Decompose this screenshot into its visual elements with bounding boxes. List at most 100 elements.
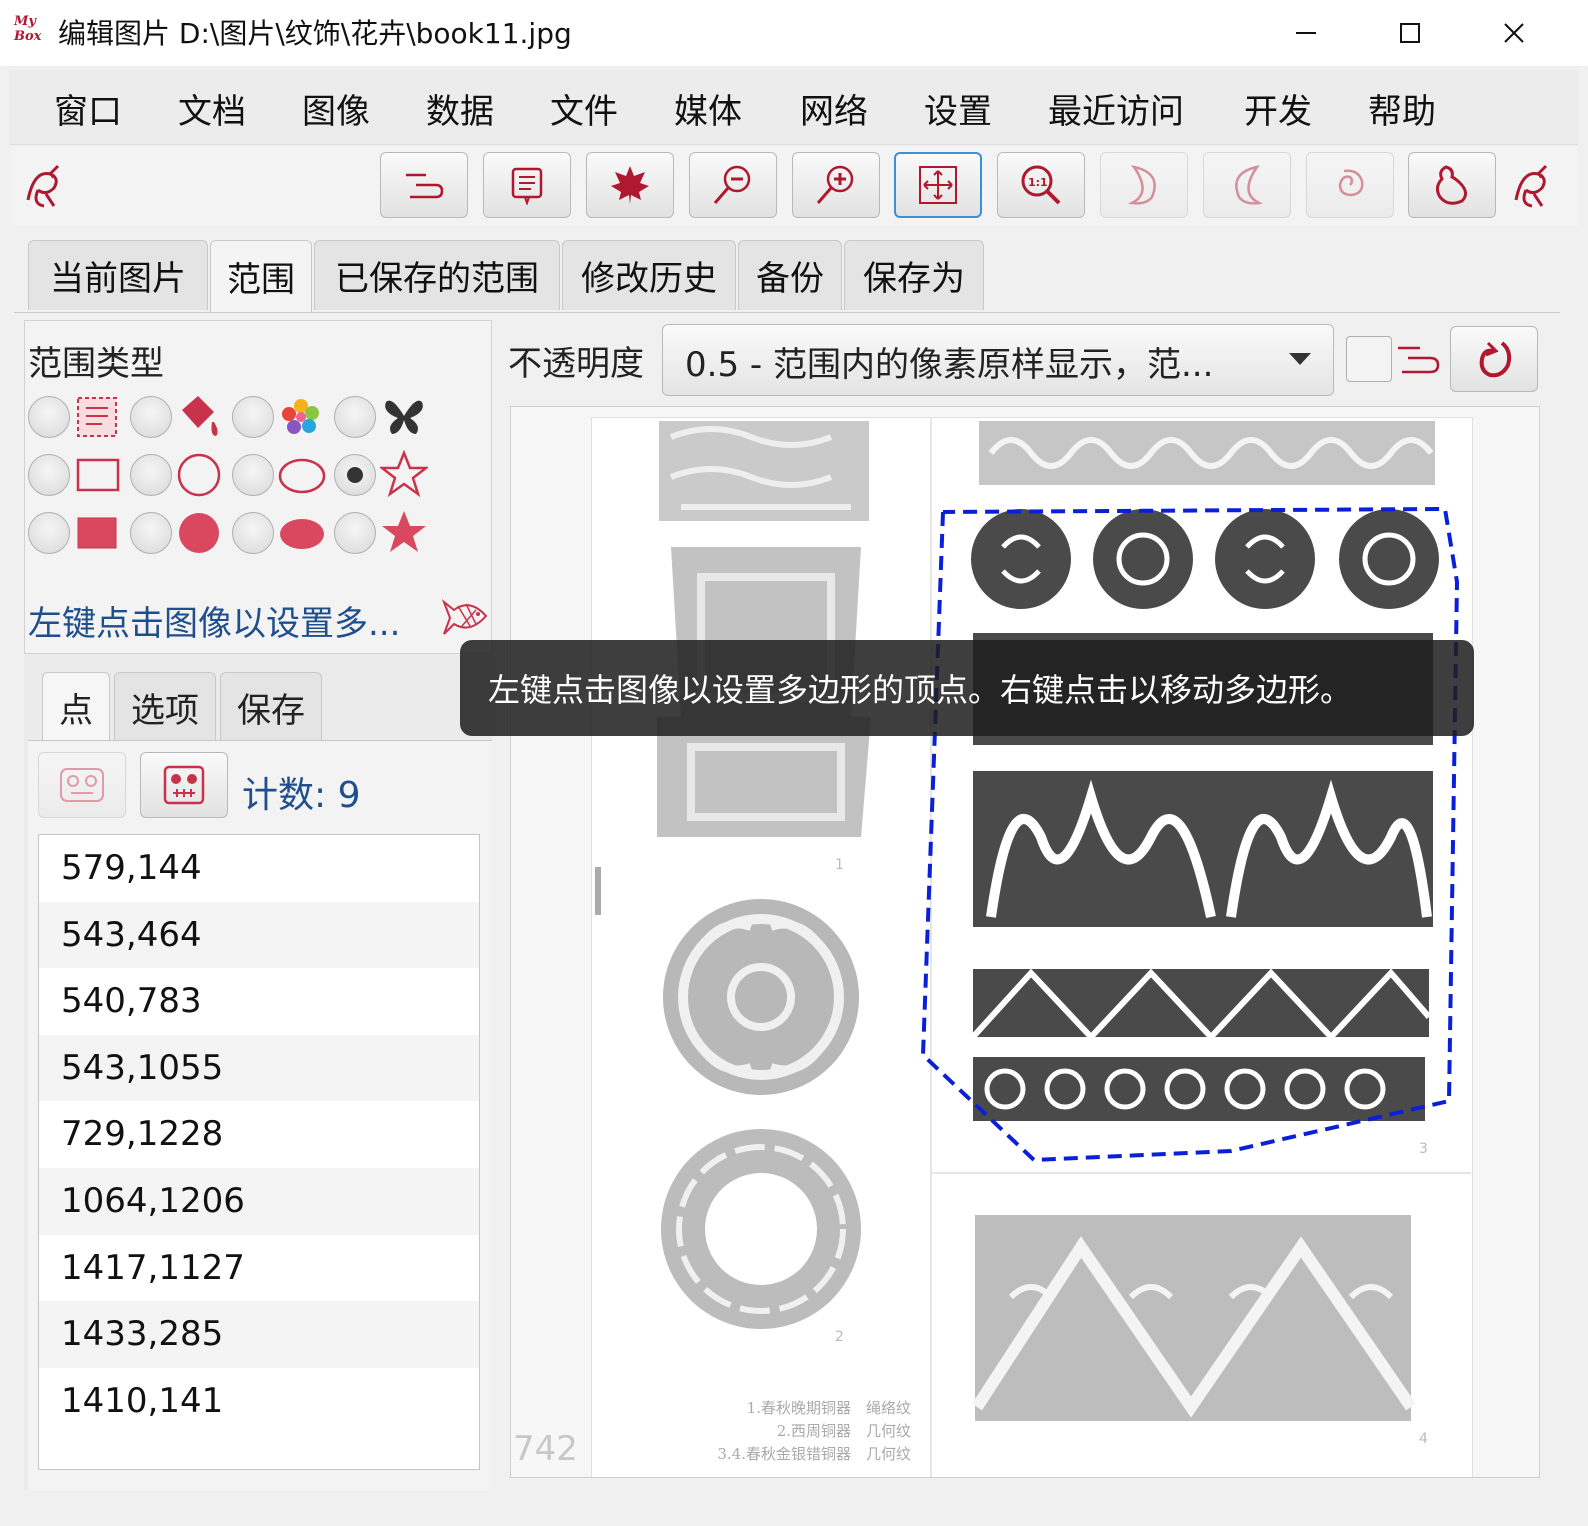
clear-points-button[interactable] <box>38 752 126 818</box>
actual-size-button[interactable]: 1:1 <box>997 152 1085 218</box>
reset-scope-button[interactable] <box>1450 326 1538 392</box>
menu-bar: 窗口 文档 图像 数据 文件 媒体 网络 设置 最近访问 开发 帮助 <box>10 70 1578 145</box>
scope-type-matting-radio[interactable] <box>130 396 172 438</box>
tab-saved-scopes[interactable]: 已保存的范围 <box>314 240 560 310</box>
scope-type-rectangle-fill-radio[interactable] <box>28 512 70 554</box>
tab-current-image[interactable]: 当前图片 <box>28 240 208 310</box>
butterfly-icon <box>385 400 423 434</box>
figure-number: 2 <box>835 1329 844 1345</box>
zoom-out-button[interactable] <box>689 152 777 218</box>
caption-line: 3.4.春秋金银错铜器 几何纹 <box>717 1445 911 1463</box>
rotate-right-button[interactable] <box>1100 152 1188 218</box>
scope-type-ellipse-radio[interactable] <box>232 454 274 496</box>
minimize-button[interactable] <box>1254 0 1358 66</box>
ellipse-icon <box>278 458 326 494</box>
zoom-out-icon <box>713 165 751 204</box>
fit-window-button[interactable] <box>894 152 982 218</box>
maximize-button[interactable] <box>1358 0 1462 66</box>
list-item[interactable]: 1417,1127 <box>39 1235 479 1302</box>
image-canvas[interactable]: 1 2 3 4 1.春秋晚期铜器 绳络纹 2.西周铜器 几何纹 3.4.春秋金银… <box>510 406 1540 1478</box>
opacity-select[interactable]: 0.5 - 范围内的像素原样显示，范... <box>662 324 1334 396</box>
scope-type-whole-radio[interactable] <box>28 396 70 438</box>
menu-lines-button[interactable] <box>380 152 468 218</box>
subtab-points[interactable]: 点 <box>42 672 110 742</box>
text-document-button[interactable] <box>483 152 571 218</box>
tab-history[interactable]: 修改历史 <box>562 240 736 310</box>
phoenix-icon <box>26 164 60 208</box>
menu-settings[interactable]: 设置 <box>924 84 992 133</box>
scope-type-outline-radio[interactable] <box>334 396 376 438</box>
menu-media[interactable]: 媒体 <box>674 84 742 133</box>
menu-network[interactable]: 网络 <box>800 84 868 133</box>
tooltip: 左键点击图像以设置多边形的顶点。右键点击以移动多边形。 <box>460 640 1474 736</box>
color-flower-icon <box>282 399 319 434</box>
gourd-button[interactable] <box>1408 152 1496 218</box>
rotate-left-button[interactable] <box>1203 152 1291 218</box>
caption-line: 1.春秋晚期铜器 绳络纹 <box>746 1399 911 1417</box>
scope-hint-link[interactable]: 左键点击图像以设置多... <box>28 596 400 645</box>
menu-data[interactable]: 数据 <box>426 84 494 133</box>
zoom-in-button[interactable] <box>792 152 880 218</box>
delete-point-button[interactable] <box>140 752 228 818</box>
points-list[interactable]: 579,144 543,464 540,783 543,1055 729,122… <box>38 834 480 1470</box>
spiral-button[interactable] <box>1306 152 1394 218</box>
list-item[interactable]: 1433,285 <box>39 1301 479 1368</box>
gourd-icon <box>1435 165 1467 205</box>
menu-file[interactable]: 文件 <box>550 84 618 133</box>
opacity-label: 不透明度 <box>508 344 644 384</box>
menu-lines-icon[interactable] <box>1394 340 1442 380</box>
list-item[interactable]: 543,464 <box>39 901 479 969</box>
phoenix-icon <box>1514 164 1548 208</box>
menu-document[interactable]: 文档 <box>178 84 246 133</box>
figure-number: 4 <box>1419 1431 1428 1447</box>
rotate-right-icon <box>1127 165 1156 205</box>
star-outline-icon <box>380 450 428 498</box>
menu-image[interactable]: 图像 <box>302 84 370 133</box>
scope-type-polygon-fill-radio[interactable] <box>334 512 376 554</box>
menu-help[interactable]: 帮助 <box>1368 84 1436 133</box>
points-count: 计数: 9 <box>242 775 361 816</box>
minimize-icon <box>1296 32 1316 34</box>
subtab-options[interactable]: 选项 <box>114 672 216 742</box>
tab-backup[interactable]: 备份 <box>738 240 842 310</box>
text-document-icon <box>511 167 543 205</box>
rectangle-icon <box>76 458 120 492</box>
list-item[interactable]: 729,1228 <box>39 1101 479 1168</box>
list-item[interactable]: 1410,141 <box>39 1368 479 1435</box>
caption-line: 2.西周铜器 几何纹 <box>776 1422 911 1440</box>
maple-leaf-icon <box>611 166 649 204</box>
list-item[interactable]: 543,1055 <box>39 1034 479 1102</box>
main-tabs: 当前图片 范围 已保存的范围 修改历史 备份 保存为 <box>14 232 1560 313</box>
maple-leaf-button[interactable] <box>586 152 674 218</box>
show-scope-checkbox[interactable] <box>1346 336 1392 382</box>
mask-face-icon <box>60 768 104 802</box>
close-icon <box>1504 23 1524 43</box>
list-item[interactable]: 579,144 <box>39 835 479 902</box>
menu-window[interactable]: 窗口 <box>54 84 122 133</box>
app-logo: My Box <box>14 14 42 44</box>
tab-save-as[interactable]: 保存为 <box>844 240 984 310</box>
page-number: 742 <box>513 1429 578 1469</box>
subtab-save[interactable]: 保存 <box>220 672 322 742</box>
scope-type-rectangle-radio[interactable] <box>28 454 70 496</box>
fish-icon[interactable] <box>440 596 492 640</box>
scope-type-circle-radio[interactable] <box>130 454 172 496</box>
mask-face-icon <box>163 765 205 805</box>
filled-rectangle-icon <box>77 517 117 549</box>
menu-recent[interactable]: 最近访问 <box>1048 84 1184 133</box>
scope-type-circle-fill-radio[interactable] <box>130 512 172 554</box>
toolbar: 1:1 <box>10 146 1578 226</box>
maximize-icon <box>1400 23 1420 43</box>
scope-type-ellipse-fill-radio[interactable] <box>232 512 274 554</box>
fit-window-icon <box>919 166 957 204</box>
scope-type-colors-radio[interactable] <box>232 396 274 438</box>
menu-develop[interactable]: 开发 <box>1244 84 1312 133</box>
actual-size-icon: 1:1 <box>1021 165 1061 205</box>
list-item[interactable]: 1064,1206 <box>39 1167 479 1235</box>
figure-number: 3 <box>1419 1141 1428 1157</box>
tab-scope[interactable]: 范围 <box>210 240 312 312</box>
list-item[interactable]: 540,783 <box>39 968 479 1035</box>
close-button[interactable] <box>1462 0 1566 66</box>
undo-swirl-icon <box>1479 341 1512 378</box>
scope-type-polygon-radio[interactable] <box>334 454 376 496</box>
